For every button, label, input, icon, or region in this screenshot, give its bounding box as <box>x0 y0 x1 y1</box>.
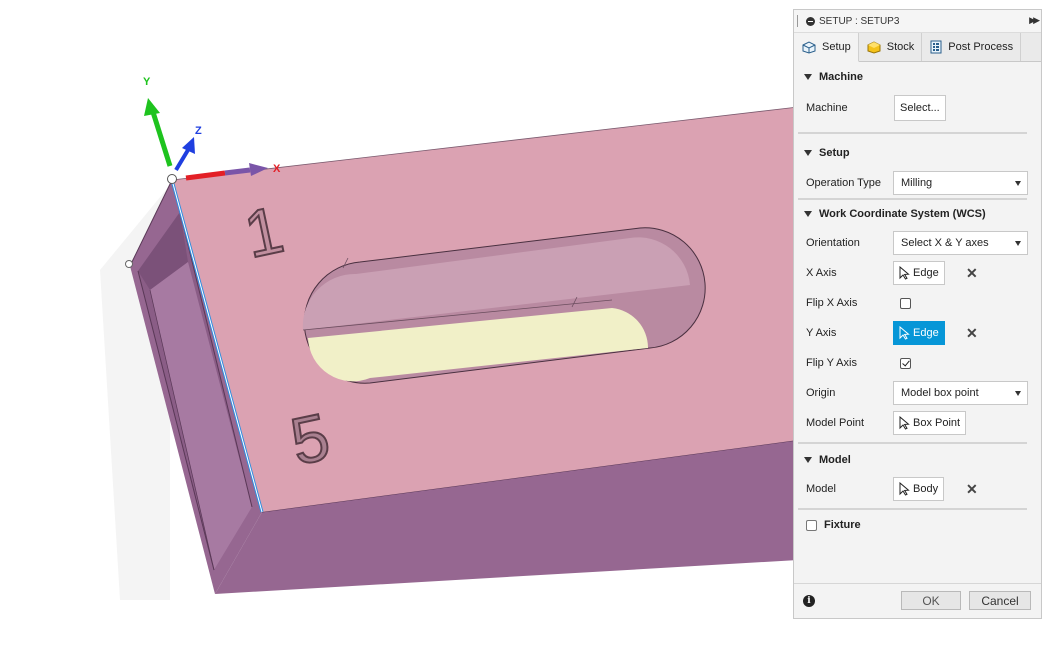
panel-title-bar[interactable]: SETUP : SETUP3 ▶▶ <box>794 10 1041 33</box>
panel-title: SETUP : SETUP3 <box>819 15 900 27</box>
cancel-button[interactable]: Cancel <box>969 591 1031 610</box>
setup-panel: SETUP : SETUP3 ▶▶ Setup Stock Post Proce… <box>793 9 1042 619</box>
cursor-arrow-icon <box>899 482 910 496</box>
flip-x-checkbox[interactable] <box>900 297 911 309</box>
ok-button[interactable]: OK <box>901 591 961 610</box>
operation-type-dropdown[interactable]: Milling <box>893 171 1028 195</box>
cursor-arrow-icon <box>899 266 910 280</box>
machine-label: Machine <box>806 102 848 114</box>
y-axis-edge-button[interactable]: Edge <box>893 321 945 345</box>
operation-type-row: Operation Type Milling <box>794 168 1041 198</box>
section-setup-header[interactable]: Setup <box>794 138 1041 168</box>
model-point-row: Model Point Box Point <box>794 408 1041 438</box>
x-axis-value: Edge <box>913 267 939 279</box>
model-label: Model <box>806 483 836 495</box>
orientation-value: Select X & Y axes <box>901 237 989 249</box>
flip-y-label: Flip Y Axis <box>806 357 857 369</box>
x-axis-label: X Axis <box>806 267 837 279</box>
model-point-label: Model Point <box>806 417 865 429</box>
flip-y-checkbox[interactable] <box>900 357 911 369</box>
flip-x-row: Flip X Axis <box>794 288 1041 318</box>
y-axis-label: Y Axis <box>806 327 837 339</box>
machine-select-button[interactable]: Select... <box>894 95 946 121</box>
axis-z-label: Z <box>195 125 202 137</box>
x-axis-clear-icon[interactable]: ✕ <box>966 265 978 282</box>
section-machine-header[interactable]: Machine <box>794 62 1041 92</box>
panel-body: Machine Machine Select... Setup Operatio… <box>794 62 1041 584</box>
drag-grip-icon[interactable] <box>797 15 800 27</box>
panel-footer: i OK Cancel <box>794 583 1041 618</box>
x-axis-edge-button[interactable]: Edge <box>893 261 945 285</box>
model-point-button[interactable]: Box Point <box>893 411 967 435</box>
chevron-down-icon <box>1015 391 1021 396</box>
operation-type-value: Milling <box>901 177 933 189</box>
section-model-title: Model <box>819 454 851 466</box>
collapse-triangle-icon[interactable] <box>804 150 812 156</box>
collapse-triangle-icon[interactable] <box>804 74 812 80</box>
tab-setup[interactable]: Setup <box>794 33 859 62</box>
axis-triad: Y Z X <box>143 76 281 184</box>
orientation-row: Orientation Select X & Y axes <box>794 228 1041 258</box>
orientation-label: Orientation <box>806 237 860 249</box>
tab-stock[interactable]: Stock <box>859 33 923 61</box>
divider <box>798 442 1027 444</box>
x-axis-row: X Axis Edge ✕ <box>794 258 1041 288</box>
stop-icon[interactable] <box>806 16 815 26</box>
post-process-icon <box>930 40 942 54</box>
origin-dropdown[interactable]: Model box point <box>893 381 1028 405</box>
y-axis-clear-icon[interactable]: ✕ <box>966 325 978 342</box>
panel-tabs: Setup Stock Post Process <box>794 33 1041 62</box>
flip-x-label: Flip X Axis <box>806 297 858 309</box>
axis-x-label: X <box>273 163 281 175</box>
y-axis-row: Y Axis Edge ✕ <box>794 318 1041 348</box>
section-wcs-header[interactable]: Work Coordinate System (WCS) <box>794 200 1041 228</box>
cursor-arrow-icon <box>899 416 910 430</box>
tab-post-process[interactable]: Post Process <box>922 33 1022 61</box>
divider <box>798 132 1027 134</box>
collapse-triangle-icon[interactable] <box>804 211 812 217</box>
chevron-down-icon <box>1015 181 1021 186</box>
model-value: Body <box>913 483 939 495</box>
model-point-value: Box Point <box>913 417 961 429</box>
section-model-header[interactable]: Model <box>794 446 1041 474</box>
machine-row: Machine Select... <box>794 92 1041 124</box>
expand-icon[interactable]: ▶▶ <box>1029 15 1040 26</box>
tab-stock-label: Stock <box>886 41 915 53</box>
stock-icon <box>867 41 881 54</box>
section-machine-title: Machine <box>819 71 864 83</box>
origin-row: Origin Model box point <box>794 378 1041 408</box>
section-setup-title: Setup <box>819 147 850 159</box>
origin-value: Model box point <box>901 387 979 399</box>
model-body-button[interactable]: Body <box>893 477 945 501</box>
chevron-down-icon <box>1015 241 1021 246</box>
section-wcs-title: Work Coordinate System (WCS) <box>819 208 986 220</box>
flip-y-row: Flip Y Axis <box>794 348 1041 378</box>
section-fixture-header[interactable]: Fixture <box>794 510 1041 540</box>
model-row: Model Body ✕ <box>794 474 1041 504</box>
fixture-checkbox[interactable] <box>806 519 817 531</box>
section-fixture-title: Fixture <box>824 519 861 531</box>
operation-type-label: Operation Type <box>806 177 882 189</box>
tab-setup-label: Setup <box>822 41 851 53</box>
setup-icon <box>802 41 816 54</box>
axis-y-label: Y <box>143 76 151 88</box>
cursor-arrow-icon <box>899 326 910 340</box>
box-point-marker[interactable] <box>125 260 133 268</box>
orientation-dropdown[interactable]: Select X & Y axes <box>893 231 1028 255</box>
y-axis-value: Edge <box>913 327 939 339</box>
tab-post-process-label: Post Process <box>948 41 1014 53</box>
model-clear-icon[interactable]: ✕ <box>966 481 978 498</box>
info-icon[interactable]: i <box>803 595 815 607</box>
origin-label: Origin <box>806 387 836 399</box>
collapse-triangle-icon[interactable] <box>804 457 812 463</box>
